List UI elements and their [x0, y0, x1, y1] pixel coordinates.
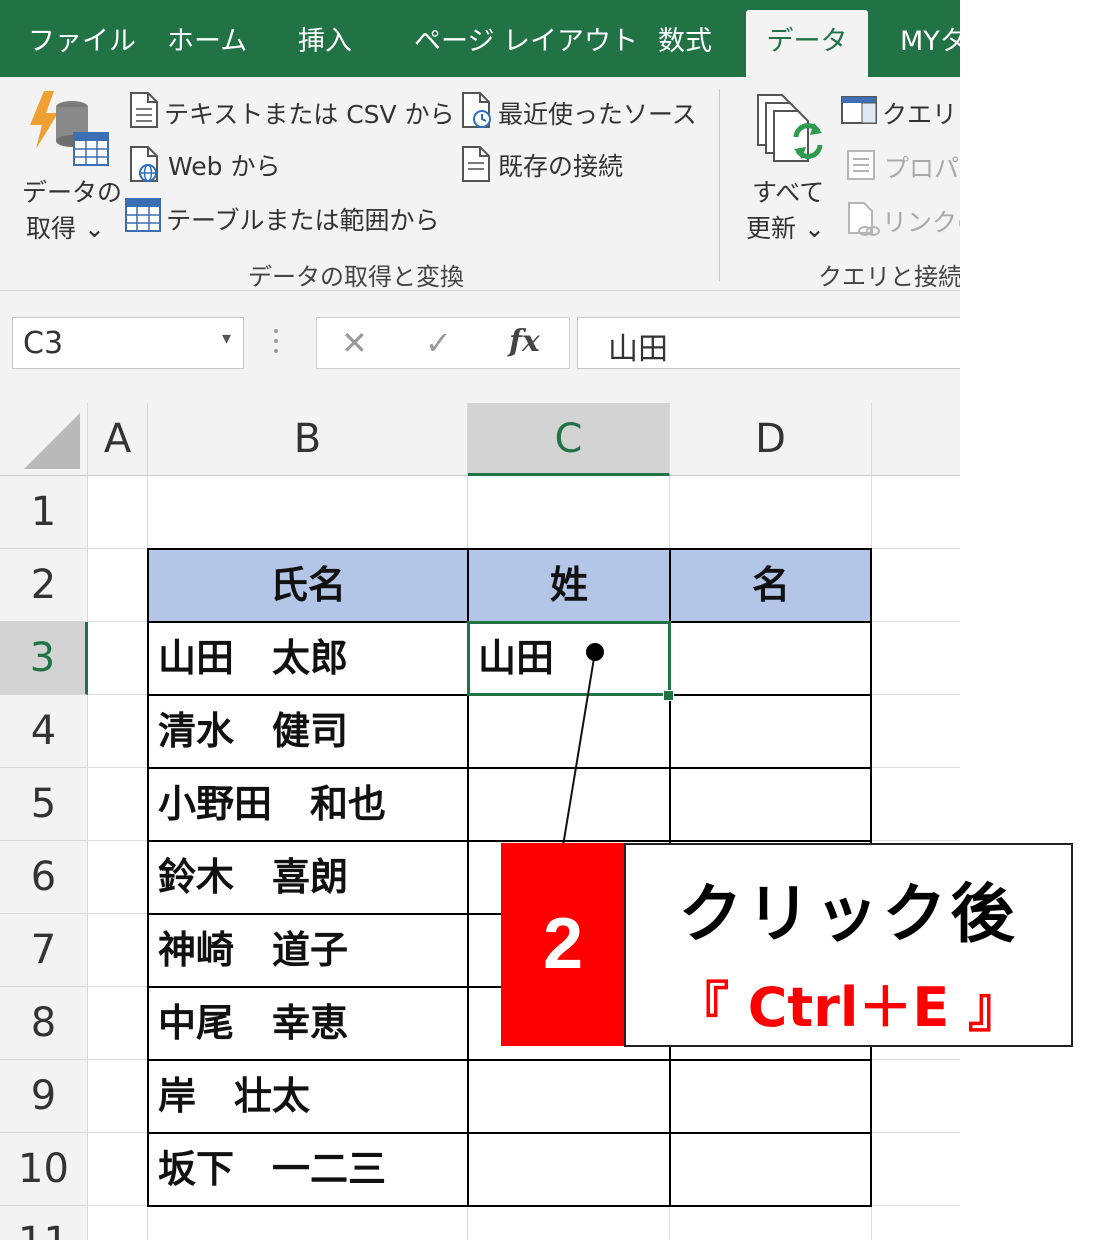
column-header-c[interactable]: C [468, 403, 670, 476]
row-header-4[interactable]: 4 [0, 695, 88, 768]
refresh-all-icon [757, 94, 823, 162]
table-border [147, 840, 872, 842]
existing-connections-icon [462, 146, 490, 182]
properties-label: プロパテ [884, 154, 960, 183]
instruction-callout: クリック後 『 Ctrl＋E 』 [624, 843, 1073, 1047]
name-box[interactable]: C3 ▾ [12, 317, 244, 369]
row-header-11[interactable]: 11 [0, 1206, 88, 1240]
instruction-shortcut: 『 Ctrl＋E 』 [674, 976, 1023, 1039]
cell-b9[interactable]: 岸 壮太 [158, 1060, 310, 1133]
from-web-label: Web から [168, 152, 281, 181]
enter-icon[interactable]: ✓ [425, 324, 452, 362]
formula-bar: C3 ▾ ✕ ✓ fx 山田 [0, 291, 960, 403]
row-header-5[interactable]: 5 [0, 768, 88, 841]
text-file-icon [130, 92, 158, 128]
excel-window: ファイル ホーム 挿入 ページ レイアウト 数式 データ MYタ データの 取得 [0, 0, 960, 1240]
cell-b4[interactable]: 清水 健司 [158, 695, 348, 768]
recent-sources-icon [462, 92, 491, 128]
tab-page-layout[interactable]: ページ レイアウト [414, 10, 638, 77]
chevron-down-icon[interactable]: ▾ [222, 328, 231, 349]
cell-d2-first-name-header[interactable]: 名 [670, 549, 872, 622]
table-border [147, 548, 872, 550]
cell-b3[interactable]: 山田 太郎 [158, 622, 348, 695]
table-border [147, 767, 872, 769]
column-header-e[interactable] [872, 403, 960, 476]
row-header-1[interactable]: 1 [0, 476, 88, 549]
row-header-6[interactable]: 6 [0, 841, 88, 914]
table-border [147, 1059, 872, 1061]
column-header-a[interactable]: A [88, 403, 148, 476]
cell-c2-last-name-header[interactable]: 姓 [468, 549, 670, 622]
fill-handle[interactable] [663, 690, 674, 701]
ribbon-tab-bar: ファイル ホーム 挿入 ページ レイアウト 数式 データ MYタ [0, 0, 960, 77]
formula-input-value: 山田 [608, 332, 668, 367]
cell-b10[interactable]: 坂下 一二三 [158, 1133, 386, 1206]
edit-links-label: リンクの [882, 208, 960, 237]
row-header-8[interactable]: 8 [0, 987, 88, 1060]
group-label-get-transform: データの取得と変換 [248, 263, 464, 291]
from-table-label: テーブルまたは範囲から [166, 206, 440, 235]
tab-my-tab[interactable]: MYタ [900, 10, 960, 77]
worksheet-grid: A B C D 1 2 3 4 5 6 7 8 9 10 11 氏名 姓 名 [0, 403, 960, 1240]
tab-home[interactable]: ホーム [167, 10, 247, 77]
insert-function-icon[interactable]: fx [509, 324, 540, 359]
get-data-label-2: 取得 ⌄ [26, 214, 105, 243]
column-header-d[interactable]: D [670, 403, 872, 476]
tab-file[interactable]: ファイル [28, 10, 136, 77]
cell-b2-full-name-header[interactable]: 氏名 [148, 549, 468, 622]
formula-bar-splitter[interactable] [272, 327, 280, 357]
table-border [147, 1205, 872, 1207]
tab-insert[interactable]: 挿入 [298, 10, 352, 77]
table-border [147, 1132, 872, 1134]
formula-controls: ✕ ✓ fx [316, 317, 570, 369]
tab-data[interactable]: データ [746, 10, 868, 77]
cell-b8[interactable]: 中尾 幸恵 [158, 987, 348, 1060]
existing-connections-label: 既存の接続 [498, 152, 624, 181]
table-icon [125, 198, 161, 232]
get-data-label-1: データの [22, 178, 123, 207]
database-lightning-icon [30, 91, 109, 166]
ribbon-group-separator [719, 89, 720, 281]
formula-input[interactable]: 山田 [577, 317, 960, 369]
tab-formulas[interactable]: 数式 [658, 10, 712, 77]
column-header-b[interactable]: B [148, 403, 468, 476]
instruction-line-1: クリック後 [678, 878, 1019, 952]
name-box-value: C3 [23, 326, 64, 361]
callout-pointer [562, 643, 604, 847]
from-text-csv-label: テキストまたは CSV から [164, 100, 455, 129]
cancel-icon[interactable]: ✕ [341, 324, 368, 362]
row-header-10[interactable]: 10 [0, 1133, 88, 1206]
properties-icon [847, 150, 875, 180]
group-label-queries-connections: クエリと接続 [818, 263, 960, 291]
web-page-icon [130, 146, 158, 182]
table-border [147, 548, 149, 1207]
recent-sources-label: 最近使ったソース [498, 100, 697, 129]
row-header-7[interactable]: 7 [0, 914, 88, 987]
edit-links-icon [848, 202, 880, 236]
row-header-3[interactable]: 3 [0, 622, 88, 695]
queries-connections-label: クエリと [882, 100, 960, 129]
refresh-all-label-2: 更新 ⌄ [746, 214, 825, 243]
cell-b6[interactable]: 鈴木 喜朗 [158, 841, 348, 914]
callout-dot-icon [586, 643, 604, 661]
refresh-all-label-1: すべて [752, 178, 825, 207]
cell-b7[interactable]: 神崎 道子 [158, 914, 348, 987]
queries-pane-icon [841, 96, 877, 124]
cell-b5[interactable]: 小野田 和也 [158, 768, 386, 841]
select-all-triangle-icon [24, 413, 80, 469]
select-all-corner[interactable] [0, 403, 88, 476]
row-header-2[interactable]: 2 [0, 549, 88, 622]
ribbon-data-panel: データの 取得 ⌄ テキストまたは CSV から Web から テーブルまたは範… [0, 77, 960, 291]
step-number-badge: 2 [501, 843, 625, 1046]
row-header-9[interactable]: 9 [0, 1060, 88, 1133]
